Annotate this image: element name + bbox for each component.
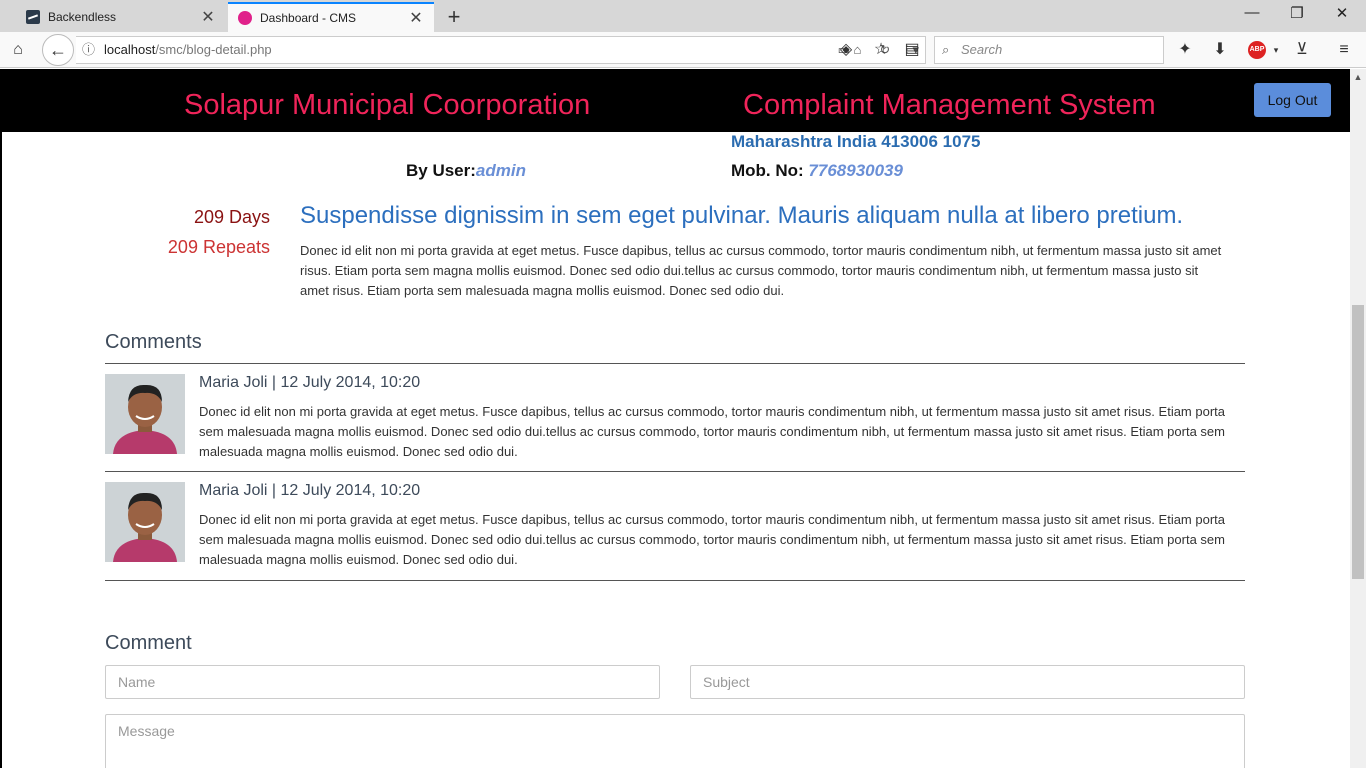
url-host: localhost: [104, 42, 156, 57]
divider: [105, 363, 1245, 364]
page-content: Solapur Municipal Coorporation Complaint…: [0, 69, 1350, 768]
by-user-value: admin: [475, 161, 526, 180]
message-field[interactable]: [105, 714, 1245, 768]
browser-toolbar: ⌂ ← ⓘ localhost/smc/blog-detail.php ▭ ⌂ …: [0, 32, 1366, 68]
comments-heading: Comments: [105, 331, 202, 353]
scroll-up-icon[interactable]: ▲: [1350, 69, 1366, 85]
extension-icon[interactable]: ✦: [1175, 40, 1195, 60]
url-path: /smc/blog-detail.php: [155, 42, 272, 57]
browser-tab-strip: Backendless ✕ Dashboard - CMS ✕ + — ❐ ✕: [0, 0, 1366, 32]
comment-text: Donec id elit non mi porta gravida at eg…: [199, 404, 1226, 459]
comment-meta: Maria Joli | 12 July 2014, 10:20: [199, 482, 421, 499]
tab-backendless[interactable]: Backendless ✕: [16, 2, 226, 32]
close-icon[interactable]: ✕: [200, 7, 216, 27]
tab-dashboard-cms[interactable]: Dashboard - CMS ✕: [228, 2, 434, 32]
chevron-down-icon[interactable]: ▾: [1266, 40, 1286, 60]
new-tab-icon[interactable]: +: [444, 4, 464, 30]
search-input[interactable]: ⌕ Search: [934, 36, 1164, 64]
backendless-favicon-icon: [26, 10, 40, 24]
reading-list-icon[interactable]: ▤: [902, 40, 922, 60]
cms-favicon-icon: [238, 11, 252, 25]
close-icon[interactable]: ✕: [408, 8, 424, 28]
home-icon[interactable]: ⌂: [8, 40, 28, 60]
tab-title: Dashboard - CMS: [260, 11, 357, 25]
by-user-label: By User:: [406, 161, 476, 180]
avatar: [105, 482, 185, 562]
menu-icon[interactable]: ≡: [1334, 40, 1354, 60]
bookmark-star-icon[interactable]: ☆: [871, 40, 891, 60]
repeats-count: 209 Repeats: [167, 237, 270, 257]
by-user: By User:admin: [406, 161, 526, 181]
subject-field[interactable]: [690, 665, 1245, 699]
page-scrollbar[interactable]: ▲: [1350, 69, 1366, 768]
address-bar[interactable]: ⓘ localhost/smc/blog-detail.php ▭ ⌂ ↻ ⁝ …: [76, 36, 926, 64]
site-subtitle: Complaint Management System: [743, 89, 1156, 121]
logout-button[interactable]: Log Out: [1254, 83, 1331, 117]
address-text: Maharashtra India 413006 1075: [731, 132, 981, 151]
comment-text: Donec id elit non mi porta gravida at eg…: [199, 512, 1226, 567]
avatar: [105, 374, 185, 454]
divider: [105, 471, 1245, 472]
info-icon[interactable]: ⓘ: [82, 37, 95, 63]
mobile-label: Mob. No:: [731, 161, 809, 180]
download-arrow-icon[interactable]: ⬇: [1210, 40, 1230, 60]
search-placeholder: Search: [961, 42, 1003, 57]
mobile-value: 7768930039: [808, 161, 903, 180]
downloads-icon[interactable]: ⊻: [1292, 40, 1312, 60]
minimize-icon[interactable]: —: [1237, 4, 1267, 21]
post-body: Donec id elit non mi porta gravida at eg…: [300, 243, 1222, 298]
comment-meta: Maria Joli | 12 July 2014, 10:20: [199, 374, 421, 391]
search-icon: ⌕: [942, 42, 950, 57]
tab-title: Backendless: [48, 10, 117, 24]
restore-icon[interactable]: ❐: [1282, 4, 1312, 22]
post-title: Suspendisse dignissim in sem eget pulvin…: [300, 202, 1184, 229]
name-field[interactable]: [105, 665, 660, 699]
pocket-icon[interactable]: ◈: [836, 40, 856, 60]
mobile-number: Mob. No: 7768930039: [731, 161, 903, 181]
site-brand[interactable]: Solapur Municipal Coorporation: [184, 89, 590, 122]
divider: [105, 580, 1245, 581]
window-close-icon[interactable]: ✕: [1327, 4, 1357, 22]
back-arrow-icon[interactable]: ←: [42, 34, 74, 66]
days-count: 209 Days: [193, 207, 270, 227]
scrollbar-thumb[interactable]: [1352, 305, 1364, 579]
comment-form-heading: Comment: [105, 632, 192, 654]
site-header: Solapur Municipal Coorporation Complaint…: [2, 69, 1350, 132]
adblock-icon[interactable]: ABP: [1248, 41, 1266, 59]
